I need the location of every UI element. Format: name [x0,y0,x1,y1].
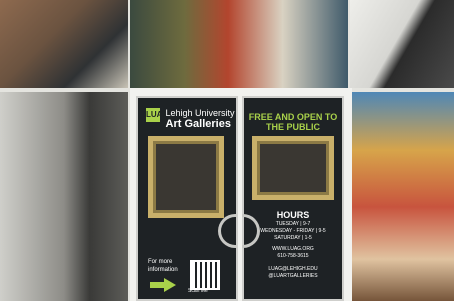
mural-panel-portrait [0,92,128,301]
logo-line-2: Art Galleries [165,118,231,130]
right-arrow-icon [150,278,176,292]
email-text: LUAG@LEHIGH.EDU [268,266,318,272]
right-glass-door[interactable]: FREE AND OPEN TO THE PUBLIC HOURS TUESDA… [242,96,344,301]
hours-title: HOURS [276,210,310,220]
scan-me-label: Scan Me [188,288,208,294]
mural-panel-top-right [350,0,454,88]
gallery-entrance-photo: LUAG Lehigh University Art Galleries For… [0,0,454,301]
gold-picture-frame-right [252,136,334,200]
phone-text: 610-758-3615 [277,253,309,259]
left-door-handle[interactable] [218,214,236,248]
mural-panel-collage [352,92,454,301]
gold-picture-frame-left [148,136,224,218]
contact-block: WWW.LUAG.ORG 610-758-3615 [244,246,342,260]
luag-logo-mark: LUAG [146,108,169,122]
door-frame: LUAG Lehigh University Art Galleries For… [130,88,352,301]
logo-line-1: Lehigh University [165,108,235,118]
more-info-text: For more information [148,259,178,273]
social-block: LUAG@LEHIGH.EDU @LUARTGALLERIES [244,266,342,280]
free-open-headline: FREE AND OPEN TO THE PUBLIC [248,112,338,132]
social-handle-text: @LUARTGALLERIES [268,273,318,279]
qr-code[interactable] [190,260,220,290]
gallery-logo: LUAG Lehigh University Art Galleries [146,108,235,130]
left-glass-door[interactable]: LUAG Lehigh University Art Galleries For… [136,96,238,301]
mural-panel-top-left [0,0,128,88]
website-text: WWW.LUAG.ORG [272,246,314,252]
mural-panel-top-center [130,0,348,88]
